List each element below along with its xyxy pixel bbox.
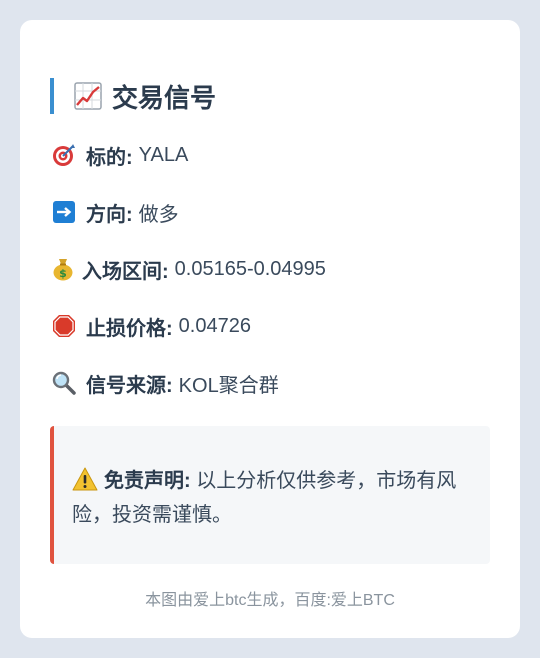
stop-row: 止损价格: 0.04726: [52, 311, 251, 341]
stop-sign-icon: [52, 314, 76, 338]
direction-value: 做多: [138, 203, 179, 226]
target-icon: [52, 143, 76, 167]
entry-label: 入场区间:: [82, 260, 169, 283]
entry-value: 0.05165-0.04995: [174, 257, 326, 280]
footer-credit: 本图由爱上btc生成，百度:爱上BTC: [145, 592, 395, 609]
entry-row: $ 入场区间: 0.05165-0.04995: [52, 254, 326, 284]
target-row: 标的: YALA: [52, 140, 188, 170]
direction-label: 方向:: [86, 203, 133, 226]
chart-increasing-icon: [74, 82, 102, 110]
signal-card: 交易信号 标的: YALA 方向: 做多 $ 入场区间: 0.05165-0.0…: [20, 20, 520, 638]
page-title: 交易信号: [112, 82, 217, 113]
source-label: 信号来源:: [86, 374, 173, 397]
target-label: 标的:: [86, 146, 133, 169]
direction-row: 方向: 做多: [52, 197, 179, 227]
disclaimer-label: 免责声明:: [104, 470, 191, 492]
target-value: YALA: [138, 143, 189, 166]
money-bag-icon: $: [52, 257, 74, 281]
source-value: KOL聚合群: [178, 374, 279, 397]
disclaimer-box: 免责声明: 以上分析仅供参考，市场有风险，投资需谨慎。: [50, 426, 490, 564]
source-row: 信号来源: KOL聚合群: [52, 368, 279, 398]
stop-value: 0.04726: [178, 314, 251, 337]
right-arrow-icon: [52, 200, 76, 224]
svg-text:$: $: [59, 267, 67, 280]
card-header: 交易信号: [50, 78, 216, 114]
warning-icon: [72, 467, 98, 491]
magnifier-icon: [52, 371, 76, 395]
stop-label: 止损价格:: [86, 317, 173, 340]
